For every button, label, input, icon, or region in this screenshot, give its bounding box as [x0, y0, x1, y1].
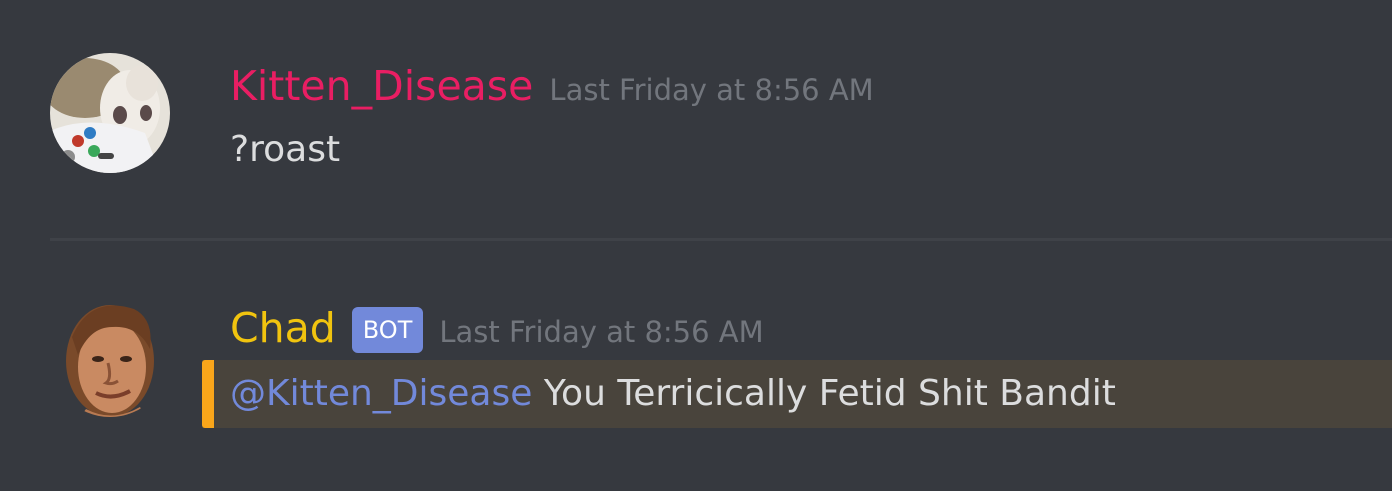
user-mention[interactable]: @Kitten_Disease	[230, 373, 532, 414]
mention-highlight-row: @Kitten_Disease You Terricically Fetid S…	[202, 360, 1392, 428]
message-group: Chad BOT Last Friday at 8:56 AM @Kitten_…	[0, 242, 1392, 491]
message-group: Kitten_Disease Last Friday at 8:56 AM ?r…	[0, 0, 1392, 238]
timestamp[interactable]: Last Friday at 8:56 AM	[549, 73, 873, 107]
message-content: @Kitten_Disease You Terricically Fetid S…	[230, 370, 1116, 418]
bot-avatar[interactable]	[50, 297, 170, 417]
message-header: Kitten_Disease Last Friday at 8:56 AM	[230, 60, 874, 112]
message-divider	[50, 238, 1392, 241]
bot-badge: BOT	[351, 307, 424, 353]
user-avatar[interactable]	[50, 53, 170, 173]
message-text: You Terricically Fetid Shit Bandit	[532, 373, 1116, 414]
kitten-controller-avatar-icon	[50, 53, 170, 173]
username[interactable]: Kitten_Disease	[230, 60, 533, 112]
chat-panel: Kitten_Disease Last Friday at 8:56 AM ?r…	[0, 0, 1392, 491]
timestamp[interactable]: Last Friday at 8:56 AM	[439, 315, 763, 349]
chad-face-avatar-icon	[66, 305, 154, 417]
message-header: Chad BOT Last Friday at 8:56 AM	[230, 302, 764, 357]
mention-indicator-bar	[202, 360, 214, 428]
username[interactable]: Chad	[230, 302, 336, 354]
message-content: ?roast	[230, 129, 341, 170]
